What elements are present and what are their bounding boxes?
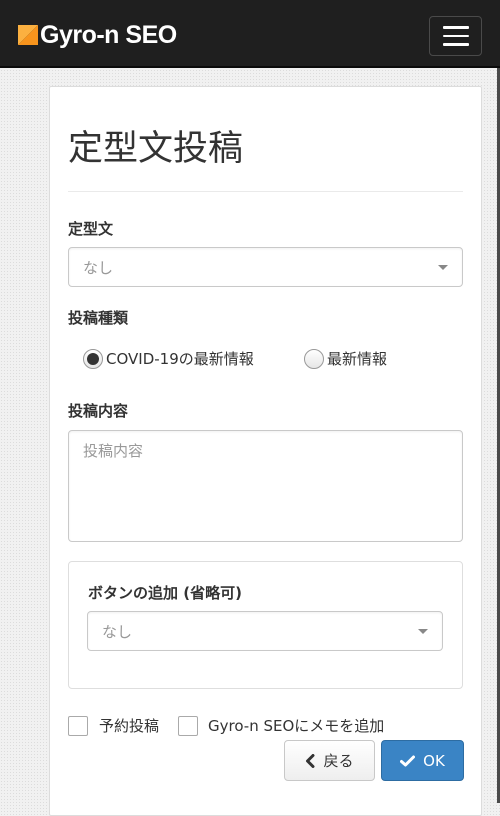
add-button-select-value: なし (102, 623, 133, 641)
hamburger-menu-icon-bar (442, 34, 469, 38)
add-button-section: ボタンの追加 (省略可) なし (68, 561, 463, 689)
checkmark-icon (400, 755, 416, 767)
checkbox-label: Gyro-n SEOにメモを追加 (208, 717, 385, 735)
hamburger-menu-button[interactable] (429, 16, 482, 56)
checkbox-label: 予約投稿 (99, 717, 160, 735)
top-navbar: Gyro-n SEO (0, 0, 500, 68)
hamburger-menu-icon (442, 26, 469, 29)
radio-label: COVID-19の最新情報 (106, 350, 254, 368)
page-title: 定型文投稿 (68, 129, 244, 169)
back-button[interactable]: 戻る (284, 740, 375, 781)
back-button-label: 戻る (323, 752, 354, 770)
gyron-logo-icon (18, 25, 38, 45)
hamburger-menu-icon-bar (442, 43, 469, 46)
add-memo-checkbox-row[interactable]: Gyro-n SEOにメモを追加 (178, 716, 384, 736)
radio-covid-info[interactable]: COVID-19の最新情報 (83, 349, 254, 369)
dropdown-caret-icon (438, 265, 448, 270)
radio-label: 最新情報 (327, 350, 388, 368)
post-form-panel: 定型文投稿 定型文 なし 投稿種類 COVID-19の最新情報 最新情報 投稿内… (49, 86, 482, 816)
dropdown-caret-icon (418, 629, 428, 634)
ok-button-label: OK (423, 751, 445, 770)
radio-checked-icon[interactable] (83, 349, 103, 369)
post-type-label: 投稿種類 (68, 309, 129, 327)
template-label: 定型文 (68, 220, 114, 238)
content-label: 投稿内容 (68, 402, 129, 420)
template-select-value: なし (83, 259, 114, 277)
scheduled-post-checkbox-row[interactable]: 予約投稿 (68, 716, 159, 736)
brand-name: Gyro-n SEO (40, 21, 177, 49)
add-button-label: ボタンの追加 (省略可) (88, 584, 242, 602)
divider (68, 191, 463, 192)
add-memo-checkbox[interactable] (178, 716, 198, 736)
brand-logo[interactable]: Gyro-n SEO (18, 20, 177, 50)
content-textarea[interactable]: 投稿内容 (68, 430, 463, 542)
template-select[interactable]: なし (68, 247, 463, 287)
content-placeholder: 投稿内容 (83, 442, 144, 460)
add-button-select[interactable]: なし (87, 611, 443, 651)
radio-unchecked-icon[interactable] (304, 349, 324, 369)
scheduled-post-checkbox[interactable] (68, 716, 88, 736)
chevron-left-icon (305, 753, 315, 768)
radio-latest-info[interactable]: 最新情報 (304, 349, 387, 369)
ok-button[interactable]: OK (381, 740, 464, 781)
